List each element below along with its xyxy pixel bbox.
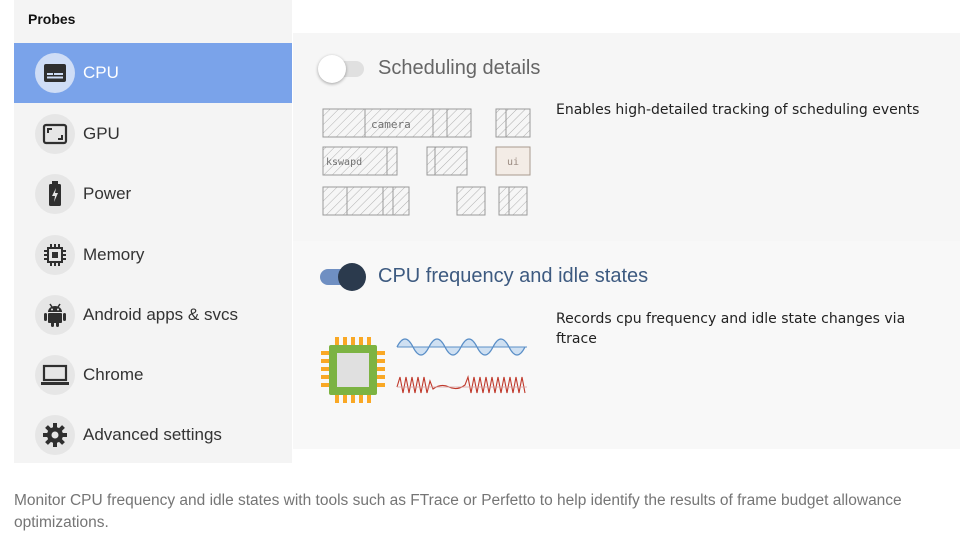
figure-caption: Monitor CPU frequency and idle states wi… — [14, 492, 902, 531]
cpu-frequency-illustration — [321, 337, 527, 403]
laptop-icon — [35, 355, 75, 395]
sidebar-item-android[interactable]: Android apps & svcs — [14, 285, 292, 345]
sidebar-title: Probes — [28, 11, 76, 27]
sidebar-item-chrome[interactable]: Chrome — [14, 345, 292, 405]
sidebar-item-label: GPU — [83, 124, 120, 143]
sidebar-item-label: Memory — [83, 245, 145, 264]
scheduling-details-toggle[interactable] — [318, 55, 368, 83]
camera-label: camera — [371, 118, 411, 131]
toggle-knob — [338, 263, 366, 291]
sidebar-item-label: Power — [83, 184, 132, 203]
probe-card-scheduling-details: Scheduling details camera kswapd ui Enab… — [293, 33, 960, 241]
scheduling-details-description: Enables high-detailed tracking of schedu… — [556, 102, 920, 118]
sidebar-item-power[interactable]: Power — [14, 164, 292, 224]
sidebar-item-label: Android apps & svcs — [83, 305, 238, 324]
scheduling-illustration: camera kswapd ui — [322, 108, 531, 216]
sidebar-item-label: Chrome — [83, 365, 144, 384]
sidebar-item-gpu[interactable]: GPU — [14, 104, 292, 164]
idle-wave-red — [396, 374, 526, 394]
sidebar-item-label: CPU — [83, 63, 119, 82]
probe-card-cpu-frequency: CPU frequency and idle states Records cp… — [293, 241, 960, 449]
sidebar-item-memory[interactable]: Memory — [14, 225, 292, 285]
cpu-chip-icon — [321, 337, 385, 403]
sidebar-item-label: Advanced settings — [83, 425, 222, 444]
battery-icon — [35, 174, 75, 214]
cpu-icon — [35, 53, 75, 93]
probes-sidebar: Probes CPU GPU Power Memory Android apps… — [14, 0, 292, 463]
cpu-frequency-description: Records cpu frequency and idle state cha… — [556, 311, 906, 347]
scheduling-details-title: Scheduling details — [378, 57, 541, 79]
android-icon — [35, 295, 75, 335]
sidebar-item-cpu[interactable]: CPU — [14, 43, 292, 103]
memory-chip-icon — [35, 235, 75, 275]
toggle-knob — [318, 55, 346, 83]
gpu-icon — [35, 114, 75, 154]
gear-icon — [35, 415, 75, 455]
cpu-frequency-toggle[interactable] — [318, 263, 368, 291]
sidebar-item-advanced-settings[interactable]: Advanced settings — [14, 405, 292, 465]
cpu-frequency-title: CPU frequency and idle states — [378, 265, 649, 287]
ui-label: ui — [507, 157, 519, 168]
kswapd-label: kswapd — [326, 157, 362, 168]
